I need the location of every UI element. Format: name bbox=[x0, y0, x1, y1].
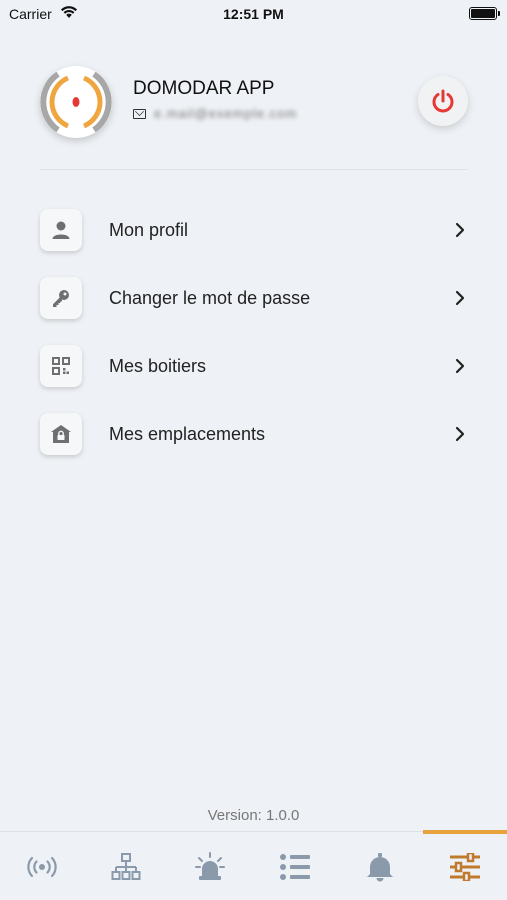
menu-item-label: Mon profil bbox=[109, 219, 189, 240]
menu-item-label: Mes boitiers bbox=[109, 355, 207, 376]
chevron-right-icon bbox=[450, 220, 470, 240]
chevron-right-icon bbox=[450, 424, 470, 444]
battery-icon bbox=[469, 7, 500, 20]
menu-icon-box bbox=[40, 413, 82, 455]
tab-network[interactable] bbox=[84, 832, 168, 900]
menu-item-label: Mes emplacements bbox=[109, 423, 266, 444]
menu-item-change-password[interactable]: Changer le mot de passe bbox=[40, 275, 470, 321]
chevron-right-icon bbox=[450, 356, 470, 376]
bottom-tab-bar bbox=[0, 830, 507, 900]
user-email: e.mail@exemple.com bbox=[154, 106, 298, 121]
menu-item-locations[interactable]: Mes emplacements bbox=[40, 411, 470, 457]
domodar-logo bbox=[40, 71, 112, 133]
menu-icon-box bbox=[40, 345, 82, 387]
app-name: DOMODAR APP bbox=[133, 78, 275, 99]
bell-icon bbox=[367, 852, 393, 881]
tab-broadcast[interactable] bbox=[0, 832, 84, 900]
network-icon bbox=[111, 852, 141, 880]
home-lock-icon bbox=[51, 425, 71, 443]
alarm-siren-icon bbox=[195, 851, 225, 880]
user-icon bbox=[52, 221, 70, 239]
key-icon bbox=[53, 290, 69, 307]
tab-settings[interactable] bbox=[423, 832, 507, 900]
sliders-icon bbox=[450, 852, 480, 881]
tab-notifications[interactable] bbox=[338, 832, 422, 900]
menu-item-label: Changer le mot de passe bbox=[109, 287, 311, 308]
clock: 12:51 PM bbox=[223, 6, 284, 22]
power-icon bbox=[432, 89, 454, 113]
chevron-right-icon bbox=[450, 288, 470, 308]
app-logo-avatar bbox=[40, 66, 112, 138]
app-version: Version: 1.0.0 bbox=[207, 807, 300, 824]
header-divider bbox=[40, 169, 468, 170]
broadcast-icon bbox=[27, 856, 57, 877]
list-icon bbox=[280, 853, 310, 880]
status-bar: Carrier 12:51 PM bbox=[0, 0, 507, 28]
email-row: e.mail@exemple.com bbox=[133, 106, 297, 121]
menu-item-profile[interactable]: Mon profil bbox=[40, 207, 470, 253]
menu-icon-box bbox=[40, 209, 82, 251]
tab-list[interactable] bbox=[253, 832, 337, 900]
tab-alarm[interactable] bbox=[168, 832, 252, 900]
menu-item-devices[interactable]: Mes boitiers bbox=[40, 343, 470, 389]
menu-icon-box bbox=[40, 277, 82, 319]
mail-icon bbox=[133, 108, 146, 119]
logout-button[interactable] bbox=[418, 76, 468, 126]
qr-code-icon bbox=[52, 357, 70, 375]
